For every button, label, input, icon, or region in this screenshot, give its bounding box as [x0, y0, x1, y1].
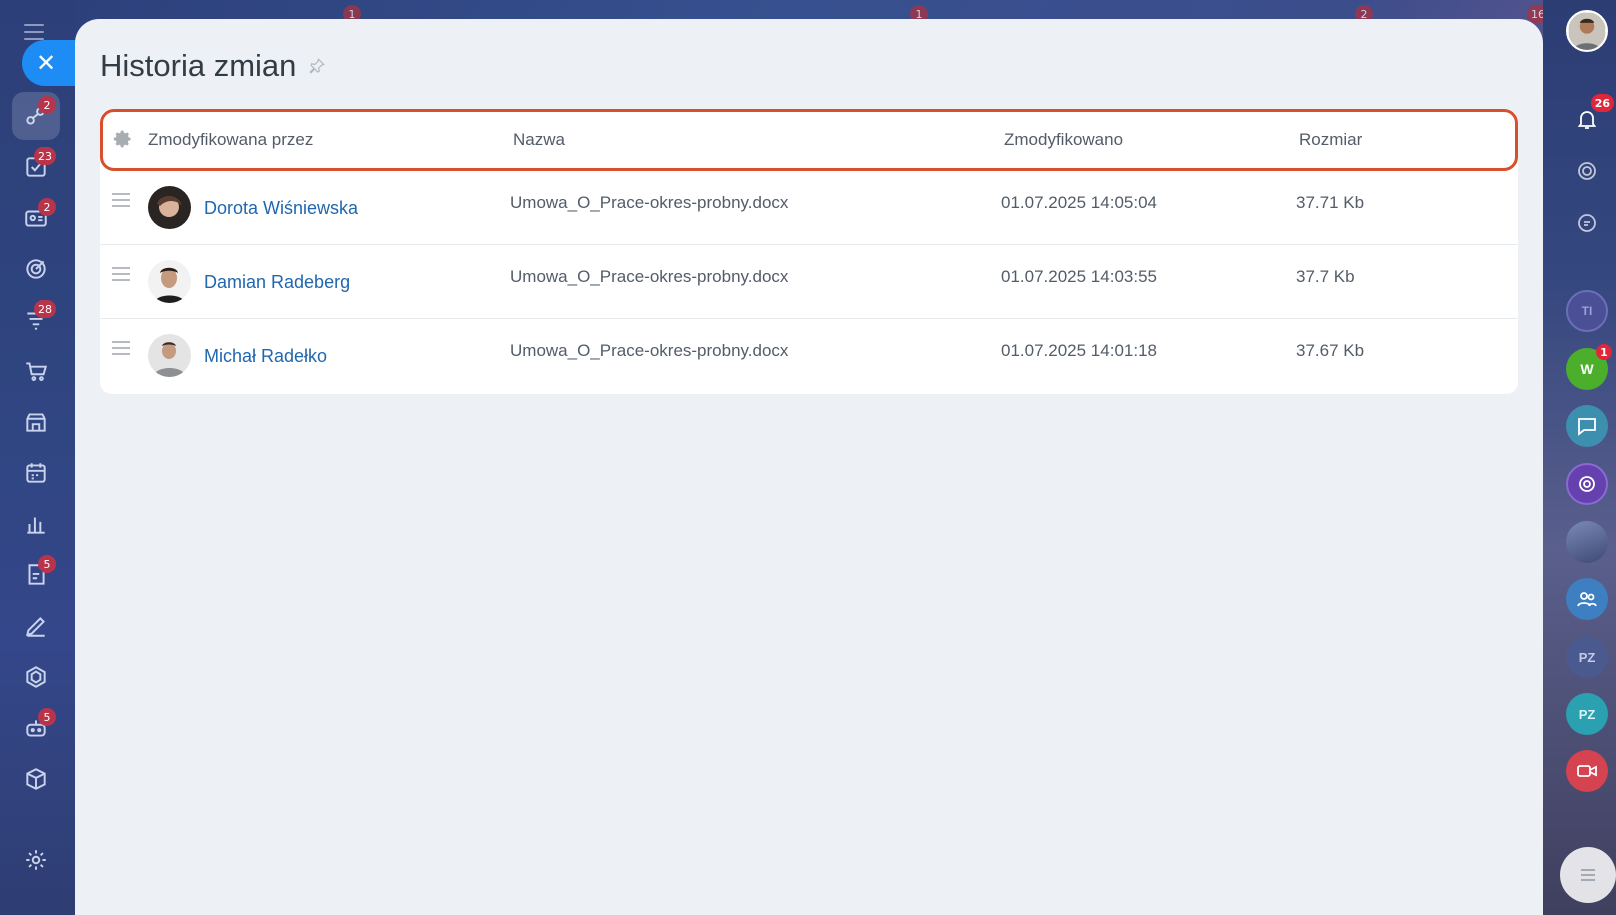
target-icon — [26, 259, 46, 279]
pin-icon[interactable] — [308, 57, 326, 75]
group-avatar[interactable] — [1566, 521, 1608, 563]
nav-documents[interactable]: 5 — [12, 551, 60, 599]
nav-badge: 2 — [38, 198, 56, 216]
grid-header: Zmodyfikowana przez Nazwa Zmodyfikowano … — [100, 109, 1518, 171]
video-call-button[interactable] — [1566, 750, 1608, 792]
nav-bot[interactable]: 5 — [12, 704, 60, 752]
file-size: 37.7 Kb — [1296, 267, 1355, 286]
nav-store[interactable] — [12, 398, 60, 446]
openline-icon — [1579, 476, 1595, 492]
avatar-ti[interactable]: TI — [1566, 290, 1608, 332]
file-name: Umowa_O_Prace-okres-probny.docx — [510, 341, 789, 360]
nav-hexagon[interactable] — [12, 653, 60, 701]
nav-crm[interactable]: 2 — [12, 194, 60, 242]
video-icon — [1577, 765, 1597, 777]
menu-fab[interactable] — [1560, 847, 1616, 903]
nav-activity-stream[interactable]: 2 — [12, 92, 60, 140]
table-row[interactable]: Dorota Wiśniewska Umowa_O_Prace-okres-pr… — [100, 171, 1518, 245]
w-badge: 1 — [1596, 344, 1612, 360]
column-modified[interactable]: Zmodyfikowano — [1004, 130, 1123, 150]
sign-icon — [25, 617, 45, 637]
nav-settings[interactable] — [12, 836, 60, 884]
page-title: Historia zmian — [100, 48, 297, 83]
file-name: Umowa_O_Prace-okres-probny.docx — [510, 193, 789, 212]
target-icon — [1578, 162, 1596, 180]
avatar-pz-1[interactable]: PZ — [1566, 636, 1608, 678]
nav-sign[interactable] — [12, 602, 60, 650]
row-menu-icon[interactable] — [112, 341, 130, 355]
table-row[interactable]: Damian Radeberg Umowa_O_Prace-okres-prob… — [100, 245, 1518, 319]
modified-date: 01.07.2025 14:01:18 — [1001, 341, 1157, 360]
column-settings-icon[interactable] — [113, 129, 133, 149]
column-modified-by[interactable]: Zmodyfikowana przez — [148, 130, 313, 150]
file-size: 37.71 Kb — [1296, 193, 1365, 212]
page-title-wrap: Historia zmian — [100, 48, 326, 84]
nav-badge: 2 — [38, 96, 56, 114]
table-row[interactable]: Michał Radełko Umowa_O_Prace-okres-probn… — [100, 319, 1518, 393]
store-icon — [26, 413, 46, 432]
nav-funnel[interactable]: 28 — [12, 296, 60, 344]
nav-tasks[interactable]: 23 — [12, 143, 60, 191]
user-link[interactable]: Damian Radeberg — [204, 272, 350, 293]
column-size[interactable]: Rozmiar — [1299, 130, 1362, 150]
avatar-pz-2[interactable]: PZ — [1566, 693, 1608, 735]
nav-package[interactable] — [12, 755, 60, 803]
modified-date: 01.07.2025 14:03:55 — [1001, 267, 1157, 286]
settings-icon — [26, 850, 46, 870]
cart-icon — [26, 362, 48, 381]
file-size: 37.67 Kb — [1296, 341, 1365, 360]
avatar-w-label: W — [1580, 361, 1594, 377]
close-icon: ✕ — [35, 49, 57, 77]
users-button[interactable] — [1566, 578, 1608, 620]
chat-search-icon — [1578, 214, 1596, 232]
nav-badge: 28 — [34, 300, 56, 318]
users-icon — [1577, 592, 1597, 607]
right-target-button[interactable] — [1566, 150, 1608, 192]
notifications-button[interactable]: 26 — [1566, 94, 1614, 140]
file-name: Umowa_O_Prace-okres-probny.docx — [510, 267, 789, 286]
chat-button[interactable] — [1566, 405, 1608, 447]
user-avatar[interactable] — [1566, 10, 1608, 52]
nav-analytics[interactable] — [12, 500, 60, 548]
chat-icon — [1578, 418, 1596, 436]
nav-badge: 5 — [38, 555, 56, 573]
nav-calendar[interactable] — [12, 449, 60, 497]
notifications-badge: 26 — [1590, 94, 1614, 112]
history-grid: Zmodyfikowana przez Nazwa Zmodyfikowano … — [100, 109, 1518, 394]
avatar — [148, 260, 191, 303]
user-link[interactable]: Michał Radełko — [204, 346, 327, 367]
openline-button[interactable] — [1566, 463, 1608, 505]
package-icon — [26, 768, 46, 790]
modified-date: 01.07.2025 14:05:04 — [1001, 193, 1157, 212]
user-link[interactable]: Dorota Wiśniewska — [204, 198, 358, 219]
avatar-w[interactable]: W 1 — [1566, 344, 1612, 390]
list-icon — [1581, 869, 1595, 881]
row-menu-icon[interactable] — [112, 193, 130, 207]
nav-cart[interactable] — [12, 347, 60, 395]
close-button[interactable]: ✕ — [22, 40, 78, 86]
row-menu-icon[interactable] — [112, 267, 130, 281]
analytics-icon — [27, 517, 45, 534]
hexagon-icon — [26, 666, 46, 688]
left-sidebar: 2 23 2 28 5 5 — [0, 0, 75, 915]
column-name[interactable]: Nazwa — [513, 130, 565, 150]
nav-badge: 5 — [38, 708, 56, 726]
avatar — [148, 186, 191, 229]
calendar-icon — [26, 463, 46, 483]
avatar — [148, 334, 191, 377]
right-chat-search-button[interactable] — [1566, 202, 1608, 244]
menu-icon[interactable] — [24, 24, 44, 40]
nav-badge: 23 — [34, 147, 56, 165]
avatar-image — [1568, 12, 1606, 50]
nav-target[interactable] — [12, 245, 60, 293]
